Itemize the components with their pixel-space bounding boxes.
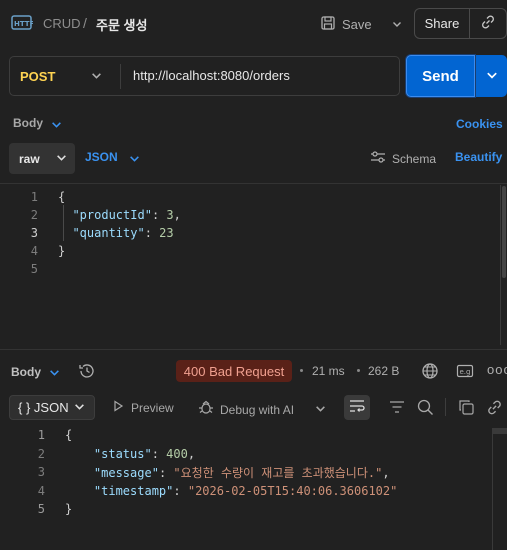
code-line: 5 — [0, 260, 507, 278]
svg-text:e.g: e.g — [460, 368, 471, 376]
code-text: } — [58, 244, 66, 258]
body-type-label: raw — [19, 151, 40, 166]
code-line: 2 "status": 400, — [0, 445, 507, 464]
chevron-down-icon — [56, 152, 67, 166]
code-text: "status": 400, — [93, 446, 196, 461]
code-text: "quantity": 23 — [72, 226, 174, 240]
url-input[interactable]: http://localhost:8080/orders — [133, 68, 290, 83]
response-tab-body[interactable]: Body — [11, 365, 41, 379]
beautify-button[interactable]: Beautify — [455, 150, 502, 164]
line-number: 1 — [37, 428, 45, 443]
code-line: 2 "productId": 3, — [0, 206, 507, 224]
response-format-select[interactable]: { } JSON — [9, 395, 95, 420]
code-line: 3 "quantity": 23 — [0, 224, 507, 242]
request-title[interactable]: 주문 생성 — [96, 15, 147, 34]
scrollbar-handle[interactable] — [502, 186, 506, 278]
copy-link-button[interactable] — [469, 8, 507, 39]
line-number: 1 — [30, 190, 38, 204]
chevron-down-icon[interactable] — [392, 17, 402, 32]
save-response-icon[interactable]: e.g — [456, 363, 474, 382]
response-time[interactable]: 21 ms — [312, 364, 345, 378]
code-line: 4 "timestamp": "2026-02-05T15:40:06.3606… — [0, 482, 507, 501]
response-size[interactable]: 262 B — [368, 364, 399, 378]
wrap-lines-icon — [349, 399, 365, 416]
format-select[interactable]: JSON — [85, 150, 118, 164]
scrollbar-handle[interactable] — [493, 428, 507, 434]
line-number: 4 — [30, 244, 38, 258]
line-number: 2 — [37, 446, 45, 461]
chevron-down-icon[interactable] — [49, 366, 60, 381]
chevron-down-icon — [74, 400, 85, 415]
chevron-down-icon[interactable] — [315, 402, 326, 417]
body-type-select[interactable]: raw — [9, 143, 75, 174]
code-text: { — [58, 190, 66, 204]
breadcrumb-collection[interactable]: CRUD — [43, 16, 81, 31]
request-body-editor[interactable]: 1 { 2 "productId": 3, 3 "quantity": 23 4… — [0, 183, 507, 349]
code-line: 1 { — [0, 188, 507, 206]
tab-body[interactable]: Body — [13, 116, 43, 130]
code-line: 1 { — [0, 426, 507, 445]
send-button[interactable]: Send — [406, 55, 475, 97]
line-number: 5 — [37, 502, 45, 517]
line-number: 5 — [30, 262, 38, 276]
chevron-down-icon[interactable] — [91, 69, 102, 84]
debug-ai-icon — [198, 400, 214, 419]
schema-button[interactable]: Schema — [370, 150, 436, 167]
line-number: 3 — [30, 226, 38, 240]
play-icon — [112, 400, 124, 415]
schema-label: Schema — [392, 151, 437, 166]
response-format-label: { } JSON — [18, 400, 69, 415]
search-icon[interactable] — [417, 399, 434, 419]
svg-text:HTTP: HTTP — [14, 20, 33, 28]
filter-icon[interactable] — [389, 400, 405, 417]
response-body-viewer[interactable]: 1 { 2 "status": 400, 3 "message": "요청한 수… — [0, 426, 507, 519]
share-button[interactable]: Share — [414, 8, 470, 39]
sliders-icon — [370, 150, 386, 167]
save-icon — [320, 15, 336, 34]
link-icon — [480, 14, 496, 33]
breadcrumb-separator: / — [83, 15, 87, 31]
pane-divider[interactable] — [0, 349, 507, 350]
preview-button[interactable]: Preview — [112, 400, 174, 415]
status-badge[interactable]: 400 Bad Request — [176, 360, 292, 382]
globe-icon[interactable] — [421, 362, 439, 383]
separator-dot — [357, 369, 360, 372]
chevron-down-icon[interactable] — [129, 152, 140, 167]
cookies-link[interactable]: Cookies — [456, 117, 503, 131]
history-icon[interactable] — [78, 362, 96, 383]
more-options-icon[interactable]: ooo — [487, 362, 507, 377]
indent-guide — [63, 205, 64, 241]
toolbar-divider — [445, 398, 446, 416]
preview-label: Preview — [131, 400, 174, 415]
code-text: "message": "요청한 수량이 재고를 초과했습니다.", — [93, 465, 390, 480]
code-line: 3 "message": "요청한 수량이 재고를 초과했습니다.", — [0, 463, 507, 482]
save-label: Save — [342, 16, 372, 32]
code-line: 4 } — [0, 242, 507, 260]
chevron-down-icon — [486, 69, 498, 84]
separator-dot — [300, 369, 303, 372]
code-text: } — [65, 502, 73, 517]
chevron-down-icon[interactable] — [51, 118, 62, 133]
copy-icon[interactable] — [458, 399, 475, 419]
http-logo-icon: HTTP — [11, 13, 35, 36]
line-number: 2 — [30, 208, 38, 222]
debug-with-ai-button[interactable]: Debug with AI — [198, 400, 294, 419]
save-button[interactable]: Save — [320, 12, 402, 36]
line-number: 3 — [37, 465, 45, 480]
response-scrollbar[interactable] — [492, 428, 507, 550]
code-text: { — [65, 428, 73, 443]
code-line: 5 } — [0, 500, 507, 519]
url-divider — [120, 64, 121, 89]
link-icon[interactable] — [486, 399, 503, 419]
wrap-lines-button[interactable] — [344, 395, 370, 420]
debug-label: Debug with AI — [220, 402, 295, 417]
code-text: "productId": 3, — [72, 208, 181, 222]
send-options-button[interactable] — [476, 55, 507, 97]
line-number: 4 — [37, 483, 45, 498]
method-select[interactable]: POST — [20, 69, 55, 84]
code-text: "timestamp": "2026-02-05T15:40:06.360610… — [93, 483, 398, 498]
